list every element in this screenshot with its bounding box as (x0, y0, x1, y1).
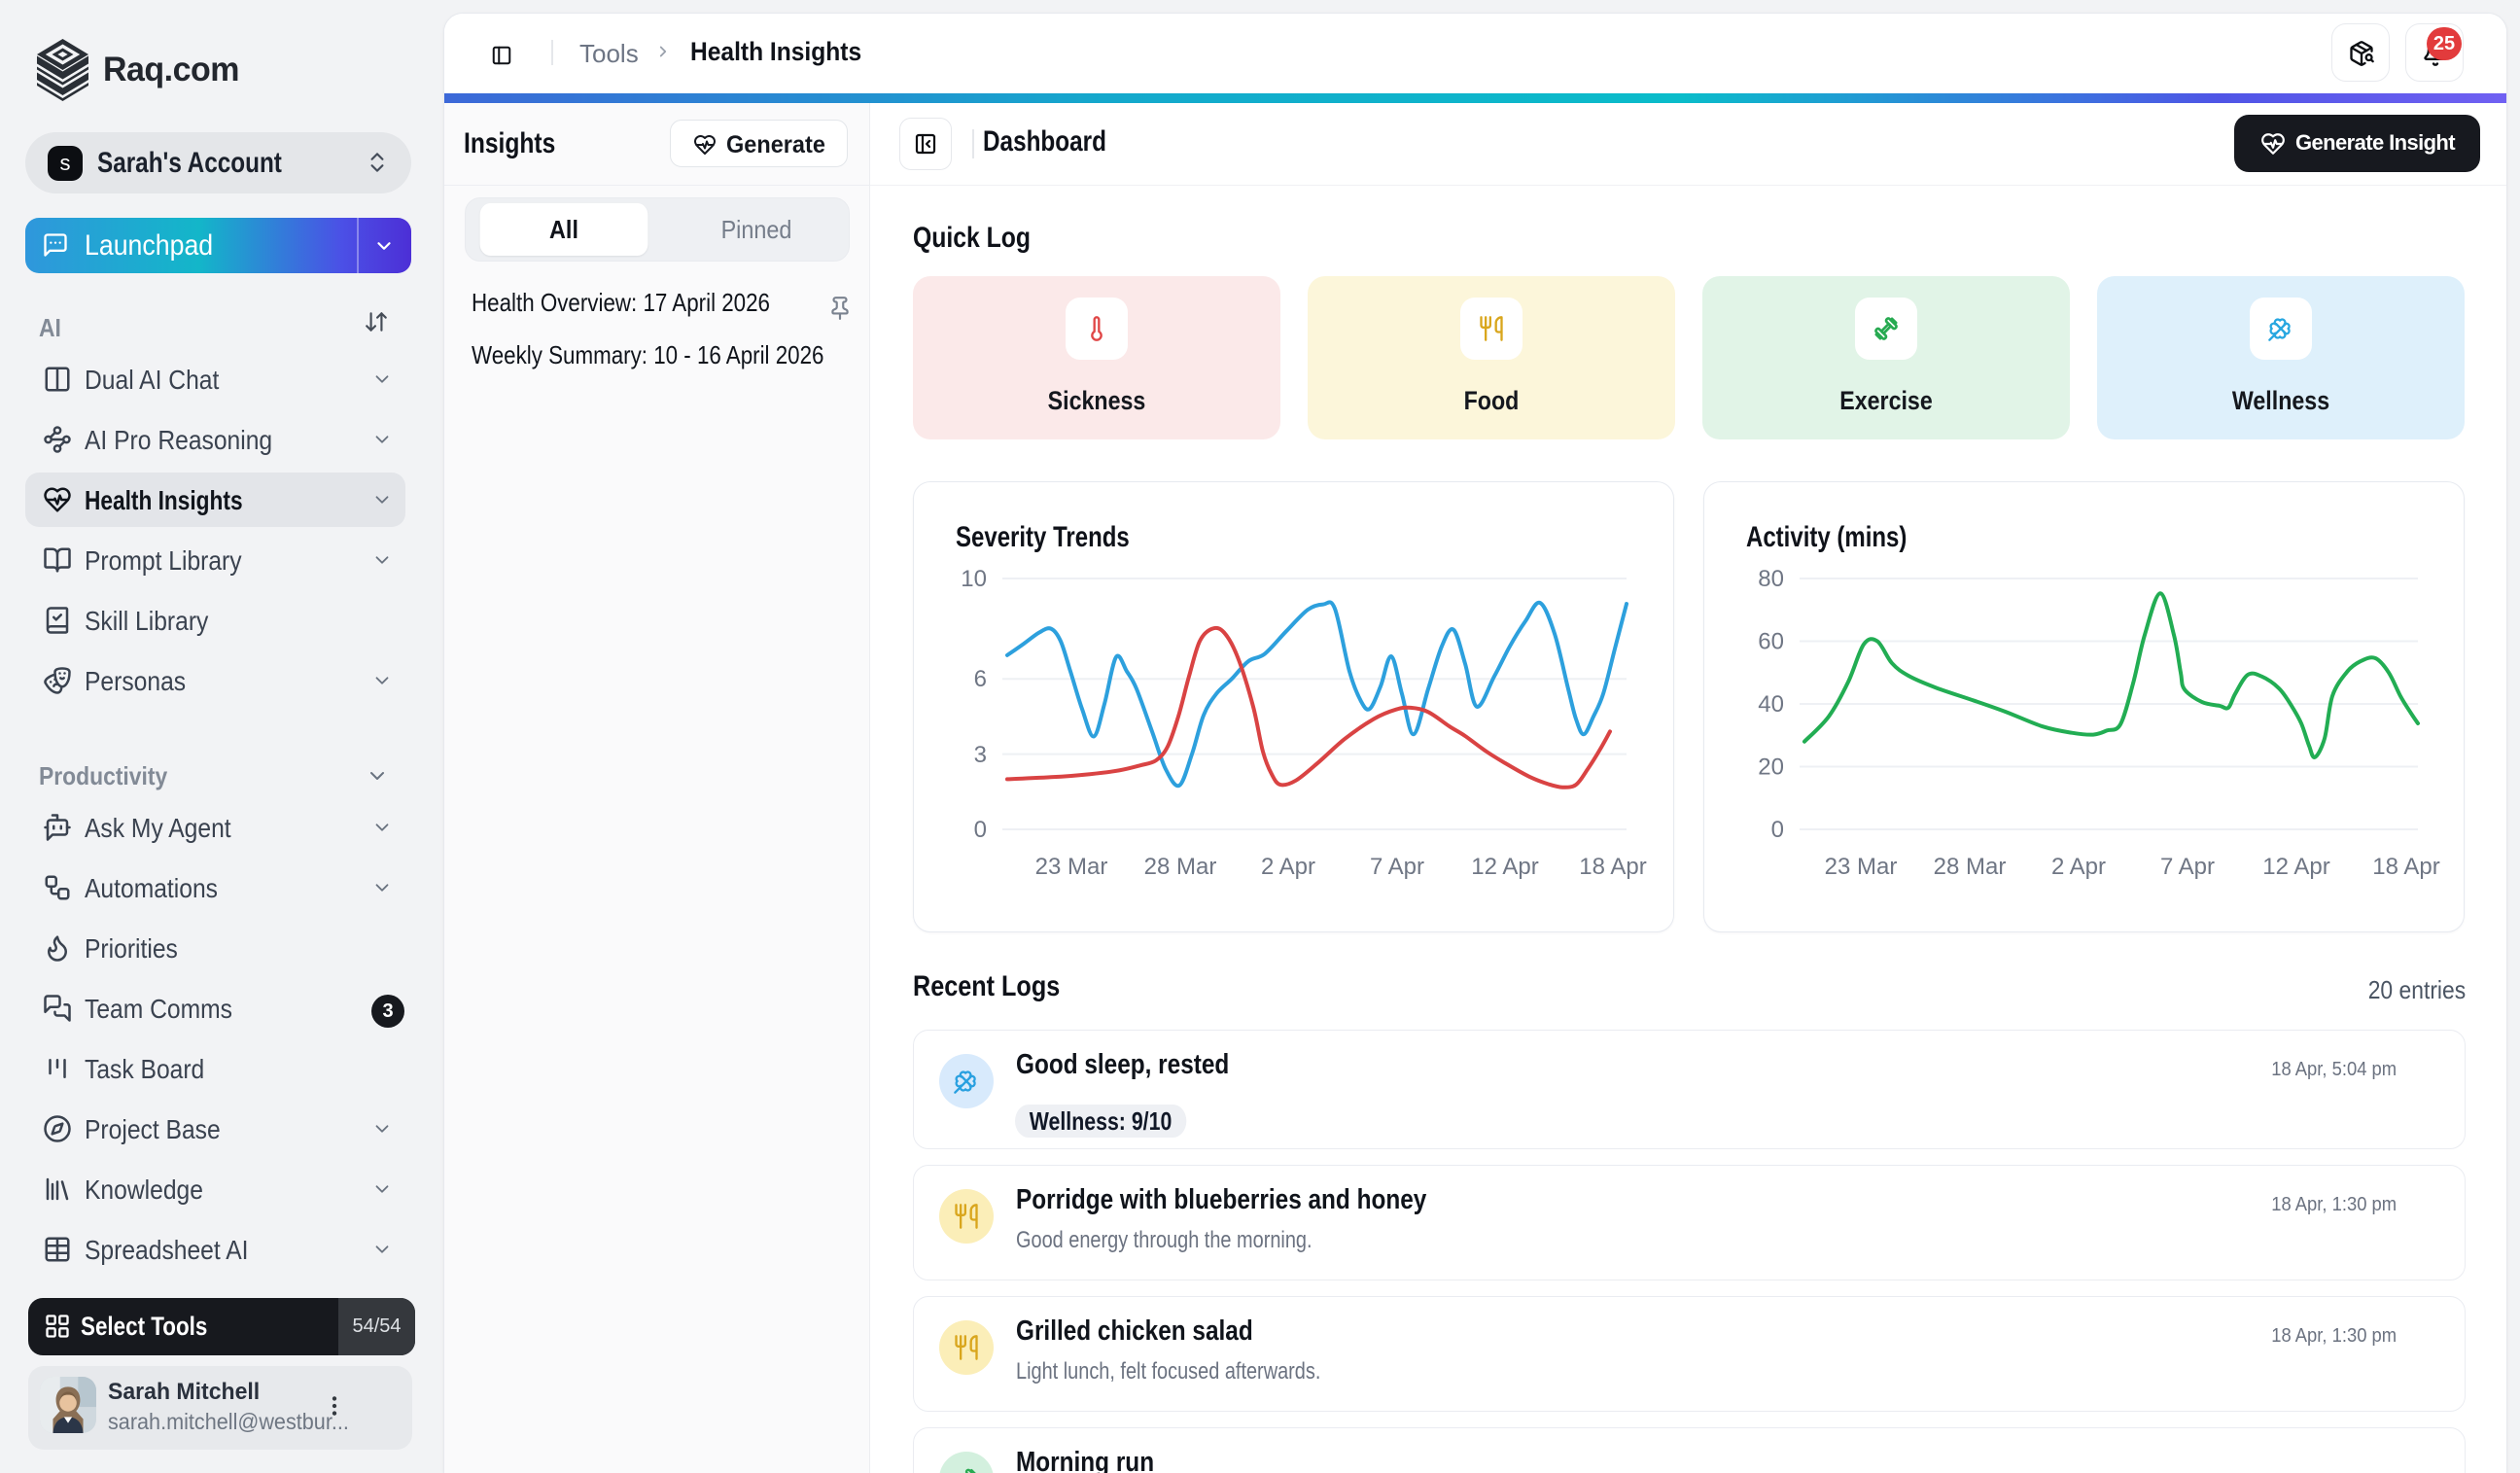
svg-text:28 Mar: 28 Mar (1934, 854, 2007, 880)
svg-text:18 Apr: 18 Apr (2372, 854, 2439, 880)
svg-text:80: 80 (1758, 566, 1784, 592)
svg-text:7 Apr: 7 Apr (2160, 854, 2215, 880)
svg-text:2 Apr: 2 Apr (1261, 854, 1315, 880)
svg-text:18 Apr: 18 Apr (1579, 854, 1646, 880)
svg-text:12 Apr: 12 Apr (2262, 854, 2329, 880)
svg-text:60: 60 (1758, 629, 1784, 655)
svg-text:2 Apr: 2 Apr (2051, 854, 2106, 880)
svg-text:12 Apr: 12 Apr (1471, 854, 1538, 880)
svg-text:23 Mar: 23 Mar (1825, 854, 1898, 880)
svg-text:7 Apr: 7 Apr (1370, 854, 1424, 880)
svg-text:0: 0 (1771, 817, 1784, 843)
svg-text:40: 40 (1758, 691, 1784, 718)
svg-text:28 Mar: 28 Mar (1144, 854, 1217, 880)
svg-text:6: 6 (974, 666, 987, 692)
svg-text:3: 3 (974, 742, 987, 768)
svg-text:10: 10 (961, 566, 987, 592)
svg-text:0: 0 (974, 817, 987, 843)
svg-text:20: 20 (1758, 754, 1784, 781)
svg-text:23 Mar: 23 Mar (1035, 854, 1108, 880)
